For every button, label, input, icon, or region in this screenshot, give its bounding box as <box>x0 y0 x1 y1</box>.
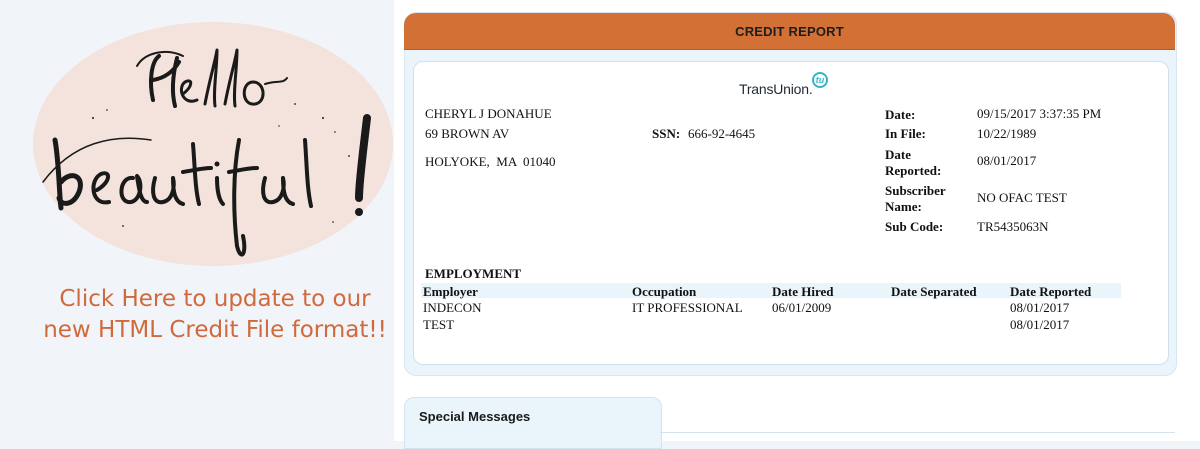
credit-report-header: CREDIT REPORT <box>404 13 1175 50</box>
ssn-value: 666-92-4645 <box>688 126 756 141</box>
sub-code-value: TR5435063N <box>977 219 1049 234</box>
employment-col-date-hired: Date Hired <box>772 284 834 299</box>
employment-col-date-separated: Date Separated <box>891 284 977 299</box>
subscriber-label-line1: Subscriber <box>885 183 946 198</box>
employment-row-1-date-hired: 06/01/2009 <box>772 300 832 315</box>
subscriber-value: NO OFAC TEST <box>977 190 1067 205</box>
employment-col-occupation: Occupation <box>632 284 697 299</box>
employment-col-date-reported: Date Reported <box>1010 284 1092 299</box>
employment-row-1-employer: INDECON <box>423 300 482 315</box>
employment-col-employer: Employer <box>423 284 478 299</box>
in-file-value: 10/22/1989 <box>977 126 1037 141</box>
ssn-label: SSN: <box>652 126 681 141</box>
consumer-city-state-zip: HOLYOKE, MA 01040 <box>425 154 556 169</box>
employment-row-1-date-reported: 08/01/2017 <box>1010 300 1070 315</box>
transunion-logo-text: TransUnion. <box>739 81 813 97</box>
employment-row-2-employer: TEST <box>423 317 455 332</box>
special-messages-label: Special Messages <box>419 409 531 424</box>
transunion-logo: TransUnion. tu <box>739 72 839 100</box>
special-messages-divider <box>660 432 1175 433</box>
hello-beautiful-lettering <box>42 48 371 257</box>
transunion-badge-icon: tu <box>812 72 828 88</box>
hello-beautiful-graphic <box>33 22 393 266</box>
date-reported-label-line1: Date <box>885 147 911 162</box>
employment-row-2-date-reported: 08/01/2017 <box>1010 317 1070 332</box>
sub-code-label: Sub Code: <box>885 219 944 234</box>
date-reported-label-line2: Reported: <box>885 163 942 178</box>
employment-row-1-occupation: IT PROFESSIONAL <box>632 300 743 315</box>
employment-section-title: EMPLOYMENT <box>425 266 522 281</box>
consumer-address: 69 BROWN AV <box>425 126 510 141</box>
date-value: 09/15/2017 3:37:35 PM <box>977 106 1102 121</box>
update-html-format-link[interactable]: Click Here to update to our new HTML Cre… <box>40 284 390 346</box>
in-file-label: In File: <box>885 126 926 141</box>
subscriber-label-line2: Name: <box>885 199 922 214</box>
date-label: Date: <box>885 107 916 122</box>
consumer-name: CHERYL J DONAHUE <box>425 106 552 121</box>
date-reported-value: 08/01/2017 <box>977 153 1037 168</box>
